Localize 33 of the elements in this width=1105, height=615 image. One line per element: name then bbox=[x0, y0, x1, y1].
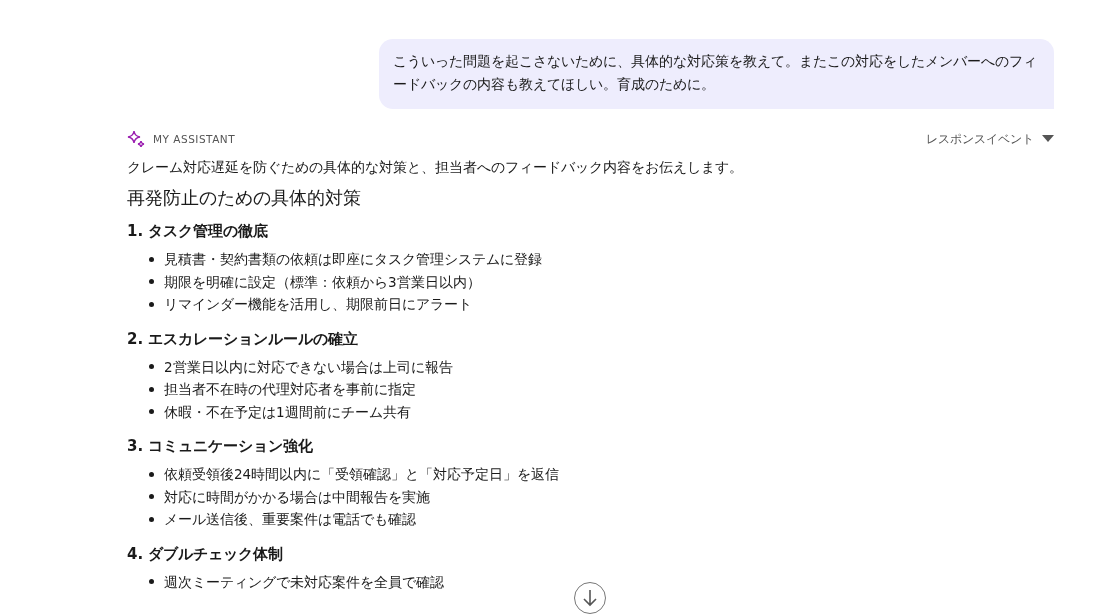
caret-icon bbox=[1042, 135, 1054, 143]
intro-text: クレーム対応遅延を防ぐための具体的な対策と、担当者へのフィードバック内容をお伝えします。 bbox=[127, 158, 744, 177]
list-item-text: 依頼受領後24時間以内に「受領確認」と「対応予定日」を返信 bbox=[164, 465, 560, 484]
bullet-icon bbox=[149, 386, 154, 392]
bullet-icon bbox=[149, 494, 154, 500]
sparkle-icon bbox=[127, 130, 145, 148]
bullet-icon bbox=[149, 409, 154, 415]
bullet-icon bbox=[149, 516, 154, 522]
subsection-heading: 4. ダブルチェック体制 bbox=[127, 543, 285, 565]
list-item-text: 見積書・契約書類の依頼は即座にタスク管理システムに登録 bbox=[164, 250, 542, 269]
list-item-text: 担当者不在時の代理対応者を事前に指定 bbox=[164, 380, 416, 399]
assistant-label: MY ASSISTANT bbox=[153, 133, 236, 145]
arrow-down-icon bbox=[583, 589, 597, 607]
subsection-heading: 3. コミュニケーション強化 bbox=[127, 436, 315, 457]
list-item-text: リマインダー機能を活用し、期限前日にアラート bbox=[164, 295, 472, 314]
bullet-icon bbox=[149, 301, 154, 307]
list-item-text: 2営業日以内に対応できない場合は上司に報告 bbox=[164, 357, 453, 377]
list-item-text: メール送信後、重要案件は電話でも確認 bbox=[164, 510, 416, 529]
list-item-text: 期限を明確に設定（標準：依頼から3営業日以内） bbox=[164, 272, 481, 292]
user-message: こういった問題を起こさないために、具体的な対応策を教えて。またこの対応をしたメンバーへのフィードバックの内容も教えてほしい。育成のために。 bbox=[379, 39, 1054, 109]
section-heading: 再発防止のための具体的対策 bbox=[127, 187, 362, 210]
bullet-icon bbox=[149, 364, 154, 370]
subsection-heading: 2. エスカレーションルールの確立 bbox=[127, 328, 360, 350]
list-item-text: 休暇・不在予定は1週間前にチーム共有 bbox=[164, 402, 411, 422]
list-item-text: 対応に時間がかかる場合は中間報告を実施 bbox=[164, 487, 430, 507]
response-event-dropdown[interactable]: レスポンスイベント bbox=[926, 130, 1054, 148]
bullet-icon bbox=[149, 579, 154, 585]
bullet-icon bbox=[149, 471, 154, 477]
list-item-text: 週次ミーティングで未対応案件を全員で確認 bbox=[164, 572, 444, 592]
scroll-down-button[interactable] bbox=[574, 582, 606, 614]
subsection-heading: 1. タスク管理の徹底 bbox=[127, 221, 270, 242]
bullet-icon bbox=[149, 256, 154, 262]
bullet-icon bbox=[149, 279, 154, 285]
